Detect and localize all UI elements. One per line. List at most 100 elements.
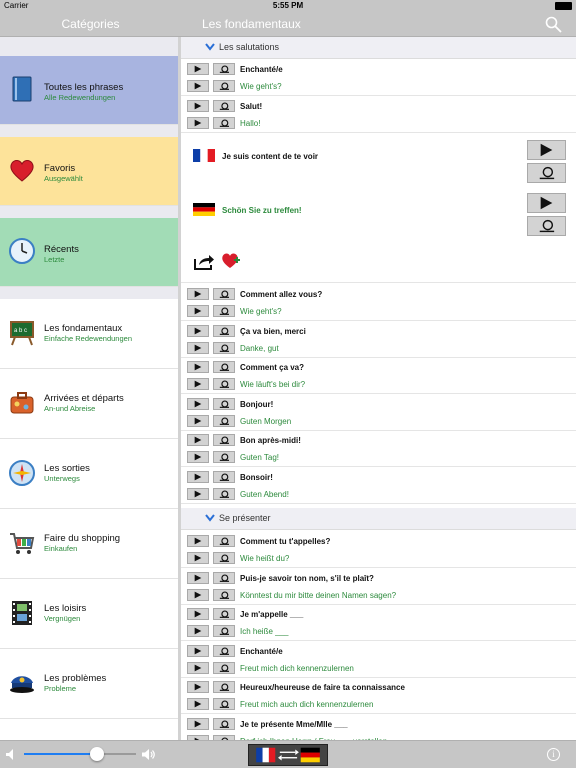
play-german-button[interactable] xyxy=(187,625,209,637)
slow-play-german-button[interactable] xyxy=(213,487,235,500)
language-swap-button[interactable] xyxy=(248,744,328,766)
play-french-button[interactable] xyxy=(187,644,209,657)
section-header-salutations[interactable]: Les salutations xyxy=(181,37,576,59)
play-french-button[interactable] xyxy=(187,324,209,337)
slow-play-french-button[interactable] xyxy=(213,100,235,112)
share-icon[interactable] xyxy=(193,253,215,271)
add-favorite-icon[interactable] xyxy=(221,251,241,269)
play-icon xyxy=(194,683,202,691)
category-basics[interactable]: a b c Les fondamentaux Einfache Redewend… xyxy=(0,299,178,369)
category-favorites[interactable]: Favoris Ausgewählt xyxy=(0,137,178,206)
category-sidebar: Toutes les phrases Alle Redewendungen Fa… xyxy=(0,37,181,740)
slow-play-french-button[interactable] xyxy=(213,535,235,547)
play-german-button[interactable] xyxy=(187,588,209,601)
slow-play-french-button[interactable] xyxy=(213,717,235,730)
play-french-button[interactable] xyxy=(187,470,209,483)
play-french-button[interactable] xyxy=(187,608,209,620)
category-recent[interactable]: Récents Letzte xyxy=(0,218,178,287)
play-icon xyxy=(194,102,202,110)
slow-play-french-button[interactable] xyxy=(213,324,235,337)
volume-thumb[interactable] xyxy=(89,747,104,761)
play-french-button[interactable] xyxy=(187,288,209,300)
slow-play-french-button[interactable] xyxy=(213,361,235,373)
snail-icon xyxy=(219,363,229,371)
french-phrase: Comment ça va? xyxy=(240,363,305,372)
slow-play-german-button[interactable] xyxy=(213,552,235,564)
play-french-button[interactable] xyxy=(187,361,209,373)
play-german-button[interactable] xyxy=(187,661,209,674)
play-french-button[interactable] xyxy=(527,140,566,160)
play-german-button[interactable] xyxy=(187,378,209,390)
slow-play-french-button[interactable] xyxy=(213,608,235,620)
slow-play-french-button[interactable] xyxy=(213,470,235,483)
phrase-row[interactable]: Comment allez vous? Wie geht's? xyxy=(181,284,576,321)
category-outings[interactable]: Les sorties Unterwegs xyxy=(0,439,178,509)
category-leisure[interactable]: Les loisirs Vergnügen xyxy=(0,579,178,649)
volume-slider[interactable] xyxy=(24,747,136,761)
german-flag-icon xyxy=(300,747,320,763)
phrase-row[interactable]: Je m'appelle ___ Ich heiße ___ xyxy=(181,604,576,641)
play-german-button[interactable] xyxy=(187,698,209,710)
section-header-introductions[interactable]: Se présenter xyxy=(181,508,576,530)
category-shopping[interactable]: Faire du shopping Einkaufen xyxy=(0,509,178,579)
play-french-button[interactable] xyxy=(187,717,209,730)
play-french-button[interactable] xyxy=(187,434,209,446)
phrase-row[interactable]: Comment tu t'appelles? Wie heißt du? xyxy=(181,531,576,568)
slow-play-french-button[interactable] xyxy=(213,644,235,657)
slow-play-french-button[interactable] xyxy=(213,288,235,300)
snail-icon xyxy=(219,82,229,90)
phrase-row[interactable]: Bonjour! Guten Morgen xyxy=(181,394,576,431)
play-french-button[interactable] xyxy=(187,63,209,75)
slow-play-french-button[interactable] xyxy=(213,681,235,693)
play-german-button[interactable] xyxy=(187,117,209,129)
snail-icon xyxy=(219,453,229,461)
play-french-button[interactable] xyxy=(187,681,209,693)
slow-play-french-button[interactable] xyxy=(213,434,235,446)
play-german-button[interactable] xyxy=(187,552,209,564)
phrase-row[interactable]: Heureux/heureuse de faire ta connaissanc… xyxy=(181,677,576,714)
phrase-row[interactable]: Bon après-midi! Guten Tag! xyxy=(181,430,576,467)
slow-play-german-button[interactable] xyxy=(213,451,235,463)
slow-play-french-button[interactable] xyxy=(213,397,235,410)
slow-play-french-button[interactable] xyxy=(527,163,566,183)
play-french-button[interactable] xyxy=(187,397,209,410)
phrase-row[interactable]: Enchanté/e Wie geht's? xyxy=(181,59,576,96)
slow-play-german-button[interactable] xyxy=(527,216,566,236)
category-arrivals-departures[interactable]: Arrivées et départs An-und Abreise xyxy=(0,369,178,439)
phrase-row[interactable]: Puis-je savoir ton nom, s'il te plaît? Kö… xyxy=(181,568,576,605)
snail-icon xyxy=(219,307,229,315)
phrase-row[interactable]: Enchanté/e Freut mich dich kennenzulernen xyxy=(181,641,576,678)
play-german-button[interactable] xyxy=(187,487,209,500)
category-problems[interactable]: Les problèmes Probleme xyxy=(0,649,178,719)
slow-play-german-button[interactable] xyxy=(213,661,235,674)
slow-play-german-button[interactable] xyxy=(213,414,235,427)
phrase-row[interactable]: Ça va bien, merci Danke, gut xyxy=(181,321,576,358)
slow-play-french-button[interactable] xyxy=(213,571,235,584)
slow-play-german-button[interactable] xyxy=(213,378,235,390)
search-icon[interactable] xyxy=(545,16,562,33)
play-french-button[interactable] xyxy=(187,535,209,547)
slow-play-german-button[interactable] xyxy=(213,341,235,354)
play-german-button[interactable] xyxy=(187,80,209,92)
play-german-button[interactable] xyxy=(187,451,209,463)
slow-play-german-button[interactable] xyxy=(213,698,235,710)
slow-play-german-button[interactable] xyxy=(213,625,235,637)
play-german-button[interactable] xyxy=(187,341,209,354)
phrase-row[interactable]: Je te présente Mme/Mlle ___Darf ich Ihne… xyxy=(181,714,576,740)
play-french-button[interactable] xyxy=(187,100,209,112)
slow-play-german-button[interactable] xyxy=(213,80,235,92)
slow-play-french-button[interactable] xyxy=(213,63,235,75)
info-button[interactable]: i xyxy=(547,748,560,761)
play-german-button[interactable] xyxy=(187,414,209,427)
category-all-phrases[interactable]: Toutes les phrases Alle Redewendungen xyxy=(0,56,178,125)
slow-play-german-button[interactable] xyxy=(213,305,235,317)
phrase-row[interactable]: Bonsoir! Guten Abend! xyxy=(181,467,576,504)
play-french-button[interactable] xyxy=(187,571,209,584)
slow-play-german-button[interactable] xyxy=(213,588,235,601)
phrase-row[interactable]: Comment ça va? Wie läuft's bei dir? xyxy=(181,357,576,394)
phrase-row[interactable]: Salut! Hallo! xyxy=(181,96,576,133)
play-german-button[interactable] xyxy=(527,193,566,213)
film-icon xyxy=(12,601,32,625)
slow-play-german-button[interactable] xyxy=(213,117,235,129)
play-german-button[interactable] xyxy=(187,305,209,317)
